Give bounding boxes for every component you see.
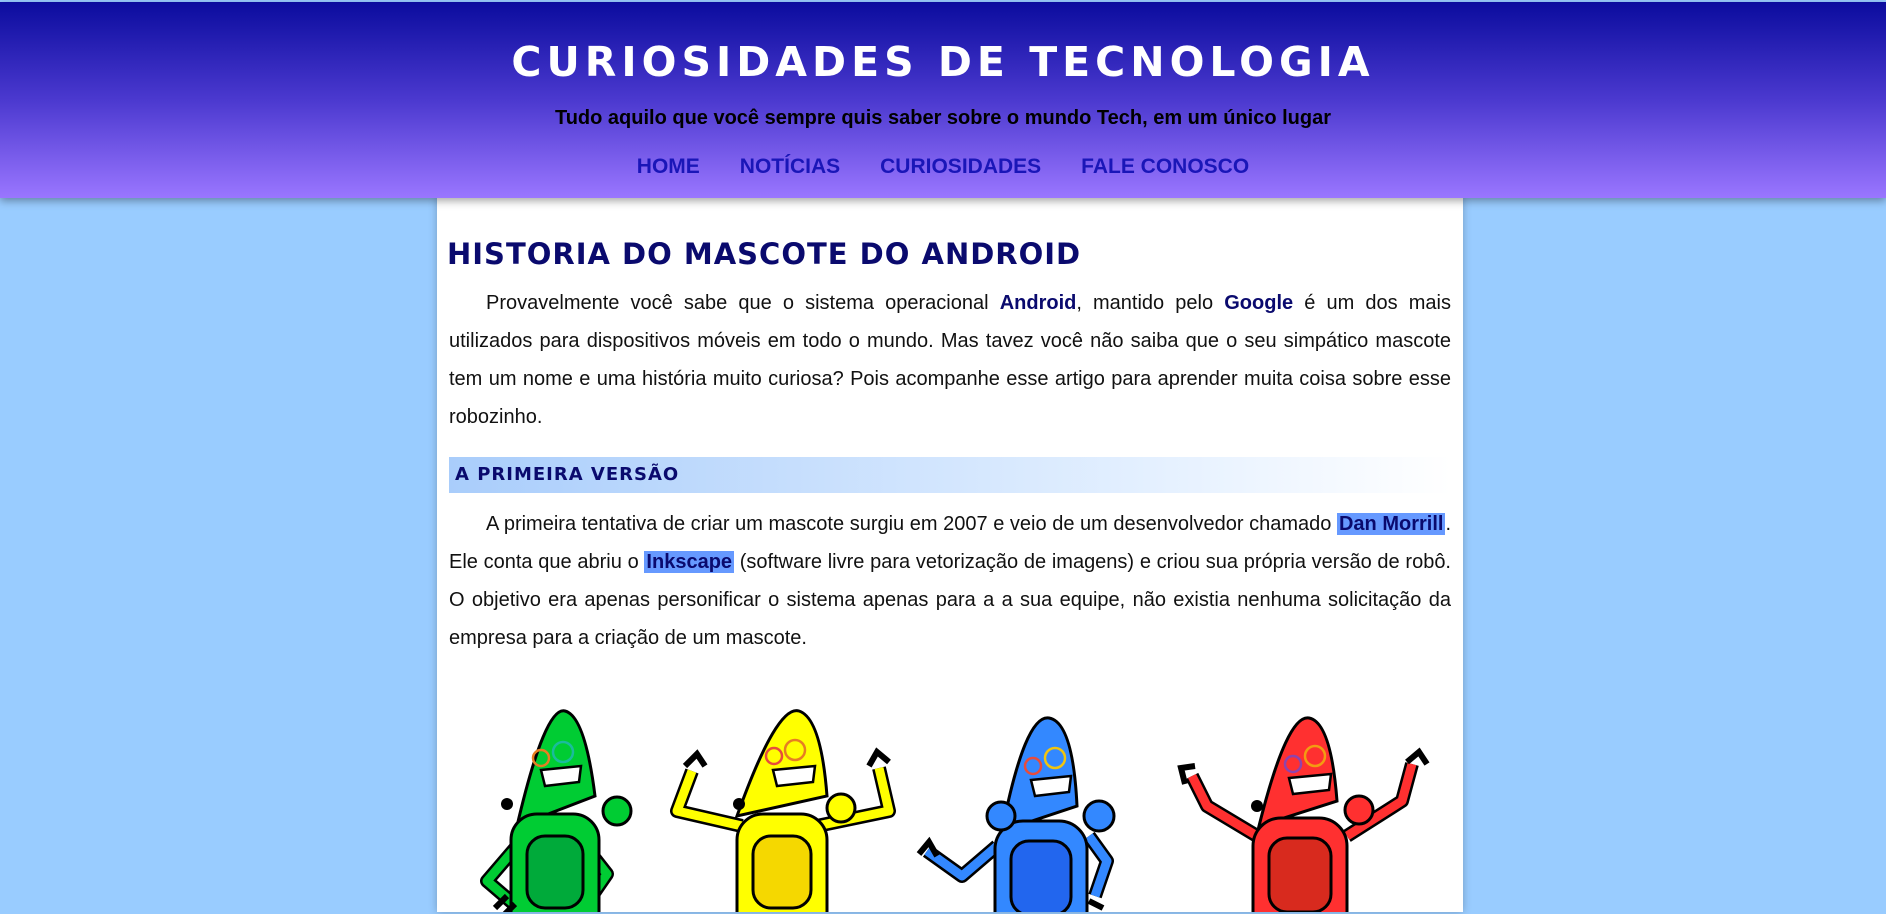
- nav-fale-conosco[interactable]: FALE CONOSCO: [1081, 155, 1249, 179]
- article-title: Historia do Mascote do Android: [447, 237, 1082, 271]
- inkscape-highlight: Inkscape: [644, 551, 735, 573]
- google-term: Google: [1224, 292, 1294, 314]
- dan-morrill-highlight: Dan Morrill: [1336, 513, 1446, 535]
- nav-home[interactable]: HOME: [637, 155, 700, 179]
- site-title: Curiosidades de Tecnologia: [511, 38, 1375, 86]
- section-text-1: A primeira tentativa de criar um mascote…: [486, 513, 1337, 535]
- site-header: Curiosidades de Tecnologia Tudo aquilo q…: [0, 2, 1886, 198]
- mascot-illustration: [437, 696, 1463, 912]
- red-robot: [1177, 716, 1430, 912]
- intro-paragraph: Provavelmente você sabe que o sistema op…: [449, 284, 1451, 436]
- blue-robot: [916, 716, 1116, 912]
- site-subtitle: Tudo aquilo que você sempre quis saber s…: [554, 107, 1332, 129]
- android-term: Android: [999, 292, 1077, 314]
- section-paragraph: A primeira tentativa de criar um mascote…: [449, 505, 1451, 657]
- article-container: Historia do Mascote do Android Provavelm…: [437, 196, 1463, 912]
- nav-curiosidades[interactable]: CURIOSIDADES: [880, 155, 1041, 179]
- intro-text-1: Provavelmente você sabe que o sistema op…: [486, 292, 1000, 314]
- main-nav: HOME NOTÍCIAS CURIOSIDADES FALE CONOSCO: [0, 155, 1886, 179]
- intro-text-2: , mantido pelo: [1076, 292, 1225, 314]
- yellow-robot: [670, 709, 896, 912]
- nav-noticias[interactable]: NOTÍCIAS: [740, 155, 840, 179]
- green-robot: [480, 709, 633, 912]
- section-heading: A primeira versão: [449, 457, 1451, 493]
